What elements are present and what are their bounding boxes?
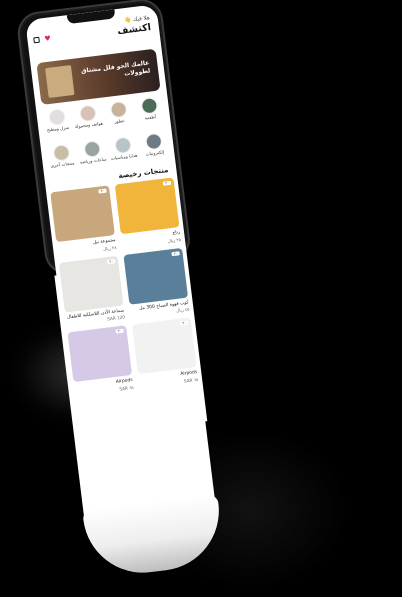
category-label: عطور bbox=[114, 118, 126, 126]
app-screen: هلا فيك 👋 اكتشف ♥ عالمك الجو فلل مشتاق ل… bbox=[25, 4, 208, 438]
product-grid: ٣٠ رتاج ٣٥ ريال ٣٠ مجموعة نيل ٢٨ ريال ٣٠ كوب قه… bbox=[50, 177, 198, 396]
scene: هلا فيك 👋 اكتشف ♥ عالمك الجو فلل مشتاق ل… bbox=[0, 0, 402, 597]
cart-icon[interactable] bbox=[33, 36, 40, 44]
category-image bbox=[140, 96, 158, 115]
category-label: أطعمة bbox=[144, 115, 157, 122]
product-image: ٣٠ bbox=[67, 325, 133, 383]
product-image: ٣٠ bbox=[58, 255, 124, 313]
banner-text: عالمك الجو فلل مشتاق لطوولات bbox=[80, 59, 151, 78]
banner-product-image bbox=[45, 65, 75, 99]
product-tag: ٣٠ bbox=[163, 180, 172, 186]
product-card[interactable]: ٣٠ سماعة الأذن اللاسلكية للاطفال 120 SAR bbox=[58, 255, 125, 326]
product-card[interactable]: ٣٠ رتاج ٣٥ ريال bbox=[114, 177, 181, 248]
product-card[interactable]: ٣٠ كوب قهوة الصباح 300 مل ٤٥ ريال bbox=[123, 247, 190, 318]
category-item[interactable]: عطور bbox=[102, 100, 137, 136]
product-card[interactable]: ٣٠ Airpods ٦٥ SAR bbox=[67, 325, 134, 396]
category-grid: أطعمة عطور هواتف ومحمولة منزل ومطبخ إلكتروني… bbox=[40, 96, 171, 179]
category-item[interactable]: هواتف ومحمولة bbox=[71, 104, 106, 140]
category-label: هدايا ومناسبات bbox=[110, 153, 138, 162]
category-label: ساعات ورياضة bbox=[79, 157, 107, 166]
product-tag: ٣٠ bbox=[98, 188, 107, 194]
product-tag: ٣٠ bbox=[180, 320, 189, 326]
category-image bbox=[113, 136, 132, 155]
product-image: ٣٠ bbox=[114, 177, 180, 235]
category-image bbox=[109, 100, 128, 119]
category-item[interactable]: هدايا ومناسبات bbox=[106, 136, 141, 172]
category-label: إلكترونيات bbox=[145, 150, 165, 158]
product-card[interactable]: ٣٠ Airpods ٦٥ SAR bbox=[131, 317, 198, 388]
category-image bbox=[82, 140, 101, 159]
category-item[interactable]: ساعات ورياضة bbox=[75, 139, 110, 175]
promo-banner[interactable]: عالمك الجو فلل مشتاق لطوولات bbox=[36, 48, 161, 105]
header-actions: ♥ bbox=[33, 34, 51, 44]
product-card[interactable]: ٣٠ مجموعة نيل ٢٨ ريال bbox=[50, 185, 117, 256]
product-image: ٣٠ bbox=[50, 185, 115, 243]
phone-mockup: هلا فيك 👋 اكتشف ♥ عالمك الجو فلل مشتاق ل… bbox=[0, 0, 402, 597]
category-image bbox=[47, 108, 66, 127]
product-tag: ٣٠ bbox=[115, 328, 124, 334]
category-item[interactable]: أطعمة bbox=[133, 96, 168, 132]
category-label: منتجات أخرى bbox=[50, 161, 75, 170]
category-image bbox=[52, 144, 70, 162]
category-image bbox=[144, 132, 163, 151]
product-image: ٣٠ bbox=[123, 247, 189, 305]
phone-frame: هلا فيك 👋 اكتشف ♥ عالمك الجو فلل مشتاق ل… bbox=[15, 0, 208, 438]
product-image: ٣٠ bbox=[131, 317, 197, 375]
category-label: منزل ومطبخ bbox=[46, 125, 70, 134]
category-item[interactable]: منتجات أخرى bbox=[45, 143, 80, 179]
category-item[interactable]: منزل ومطبخ bbox=[40, 107, 75, 143]
product-tag: ٣٠ bbox=[107, 258, 116, 264]
category-image bbox=[78, 104, 97, 123]
category-item[interactable]: إلكترونيات bbox=[137, 132, 172, 168]
heart-icon[interactable]: ♥ bbox=[44, 34, 51, 43]
product-tag: ٣٠ bbox=[171, 250, 180, 256]
category-label: هواتف ومحمولة bbox=[74, 121, 104, 131]
ribbon-curl bbox=[82, 493, 226, 580]
